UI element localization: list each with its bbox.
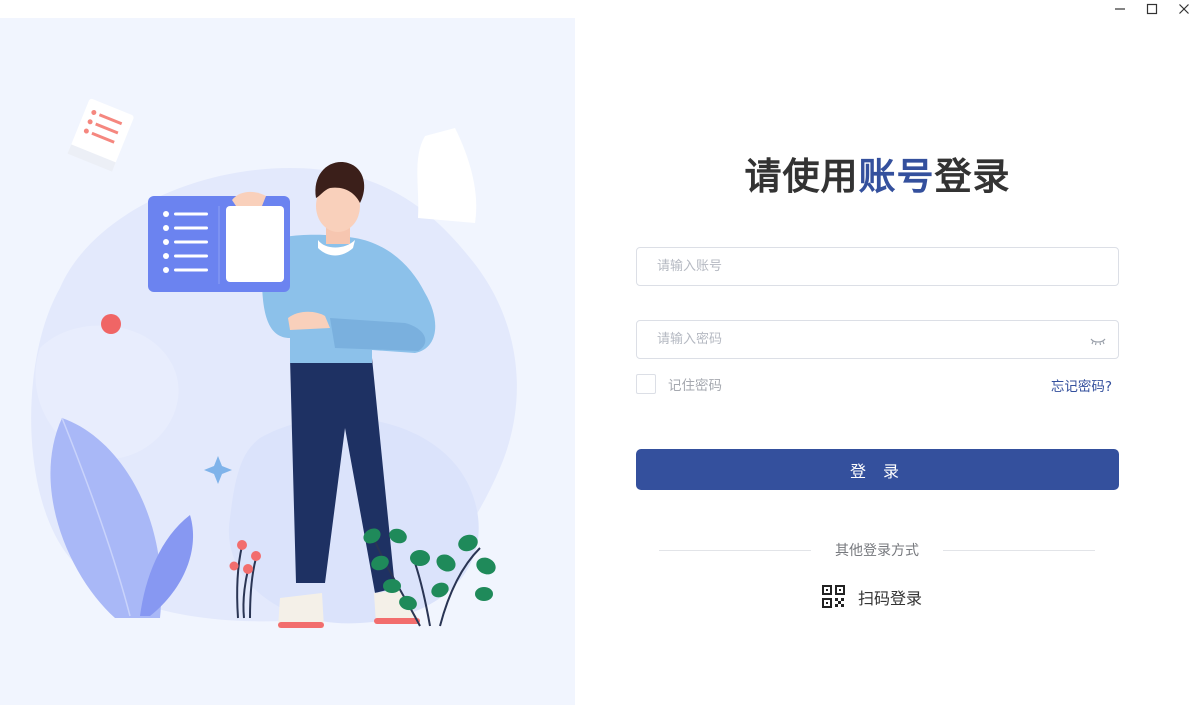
page-title: 请使用账号登录 (575, 146, 1180, 200)
other-methods-divider: 其他登录方式 (659, 541, 1095, 559)
account-input[interactable] (637, 248, 1118, 285)
title-prefix: 请使用 (744, 155, 859, 198)
other-methods-label: 其他登录方式 (835, 543, 919, 559)
qr-login-label: 扫码登录 (858, 588, 923, 608)
forgot-password-link[interactable]: 忘记密码? (1051, 375, 1112, 395)
qr-login-button[interactable]: 扫码登录 (821, 584, 922, 609)
remember-password[interactable]: 记住密码 (636, 374, 722, 394)
illustration-art (31, 98, 517, 628)
login-panel: 请使用账号登录 记住密码 忘记密码? 登 录 其 (575, 18, 1200, 705)
remember-label: 记住密码 (668, 378, 722, 394)
maximize-icon[interactable] (1136, 0, 1168, 18)
paper-icon (67, 98, 134, 172)
title-suffix: 登录 (934, 155, 1011, 198)
login-button[interactable]: 登 录 (636, 449, 1119, 490)
close-icon[interactable] (1168, 0, 1200, 18)
remember-checkbox[interactable] (636, 374, 656, 394)
password-input[interactable] (637, 321, 1118, 358)
login-window: 请使用账号登录 记住密码 忘记密码? 登 录 其 (0, 0, 1200, 705)
minimize-icon[interactable] (1104, 0, 1136, 18)
divider-line-right (943, 549, 1095, 551)
account-field (636, 247, 1119, 286)
eye-closed-icon[interactable] (1090, 333, 1106, 347)
divider-line-left (659, 549, 811, 551)
title-accent: 账号 (858, 155, 935, 198)
password-field (636, 320, 1119, 359)
window-controls (1104, 0, 1200, 18)
clipboard-icon (148, 191, 290, 292)
login-illustration (0, 18, 575, 705)
qr-code-icon (821, 584, 846, 609)
